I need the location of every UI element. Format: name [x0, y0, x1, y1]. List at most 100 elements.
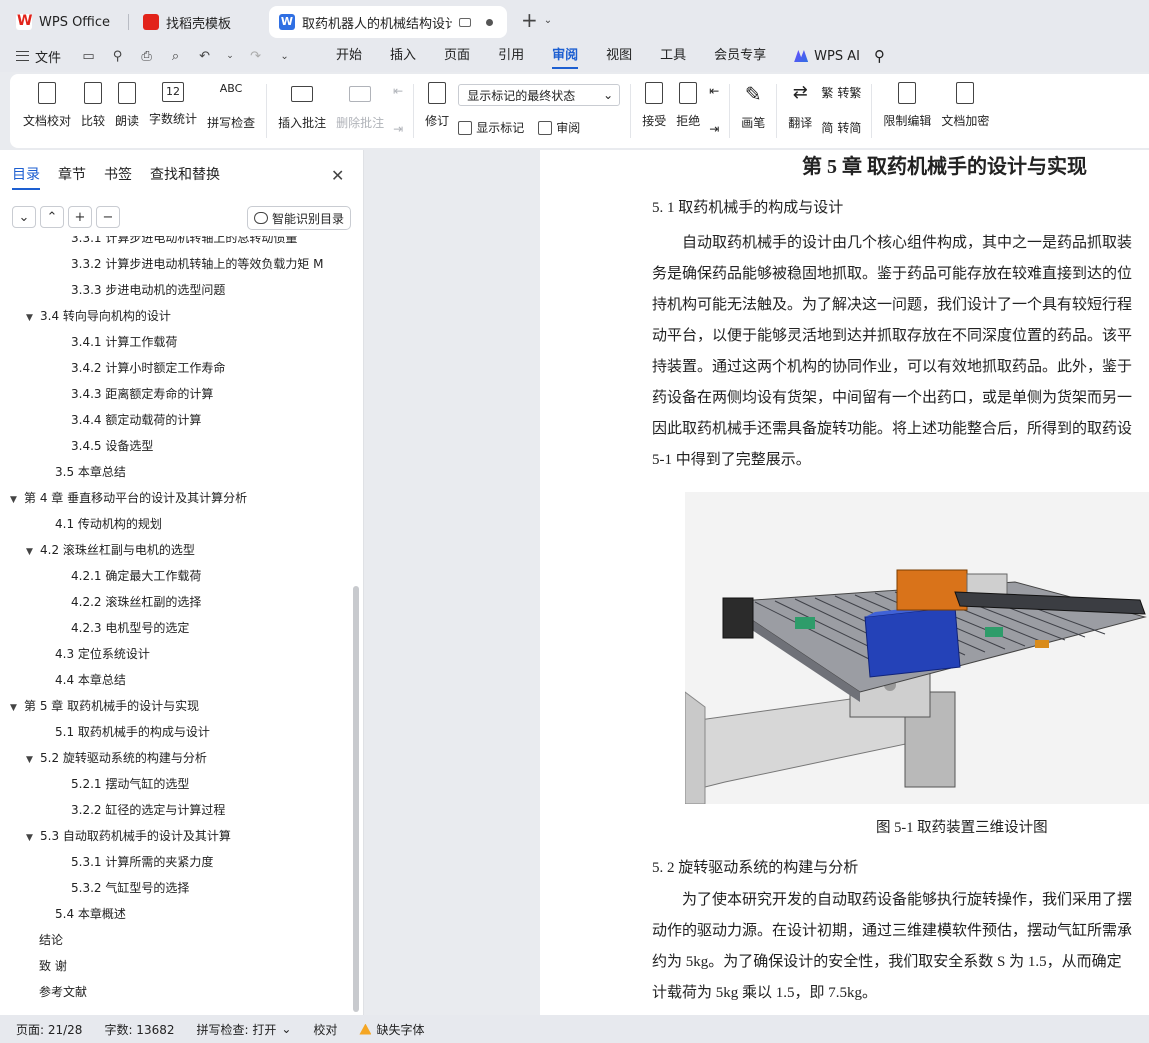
- remove-heading-button[interactable]: −: [96, 206, 120, 228]
- toc-item[interactable]: ▼ 4.2 滚珠丝杠副与电机的选型: [26, 540, 195, 560]
- toc-item[interactable]: 5.3.2 气缸型号的选择: [71, 878, 189, 898]
- toc-item[interactable]: 4.2.3 电机型号的选定: [71, 618, 189, 638]
- toc-item[interactable]: ▼ 第 4 章 垂直移动平台的设计及其计算分析: [10, 488, 247, 508]
- next-comment-icon[interactable]: ⇥: [393, 122, 403, 136]
- review-pane-button[interactable]: 审阅: [538, 119, 580, 136]
- missing-font-status[interactable]: 缺失字体: [359, 1021, 424, 1038]
- collapse-down-button[interactable]: ⌄: [12, 206, 36, 228]
- spell-check-status[interactable]: 拼写检查: 打开 ⌄: [197, 1021, 292, 1038]
- toc-item[interactable]: 4.4 本章总结: [55, 670, 126, 690]
- delete-comment-button[interactable]: 删除批注: [331, 82, 389, 142]
- word-count-button[interactable]: 12 字数统计: [144, 82, 202, 142]
- reject-button[interactable]: 拒绝: [671, 82, 705, 142]
- toc-item[interactable]: ▼ 第 5 章 取药机械手的设计与实现: [10, 696, 199, 716]
- tab-sections[interactable]: 章节: [58, 164, 86, 190]
- read-aloud-button[interactable]: 朗读: [110, 82, 144, 142]
- toc-item[interactable]: 5.3.1 计算所需的夹紧力度: [71, 852, 213, 872]
- insert-comment-button[interactable]: 插入批注: [273, 82, 331, 142]
- word-count-status[interactable]: 字数: 13682: [104, 1021, 174, 1038]
- toc-item[interactable]: 4.1 传动机构的规划: [55, 514, 162, 534]
- redo-icon[interactable]: ↷: [248, 49, 263, 64]
- toc-item[interactable]: 3.4.2 计算小时额定工作寿命: [71, 358, 225, 378]
- tab-wps-office[interactable]: WPS Office: [6, 6, 124, 38]
- tab-document[interactable]: W 取药机器人的机械结构设计 说: [269, 6, 507, 38]
- prev-comment-icon[interactable]: ⇤: [393, 84, 403, 98]
- close-panel-icon[interactable]: ✕: [331, 166, 344, 185]
- menu-references[interactable]: 引用: [484, 40, 538, 72]
- expand-triangle-icon[interactable]: ▼: [26, 750, 40, 770]
- accept-button[interactable]: 接受: [637, 82, 671, 142]
- toc-item[interactable]: 3.3.1 计算步进电动机转轴上的总转动惯量: [71, 236, 297, 248]
- smart-toc-button[interactable]: 智能识别目录: [247, 206, 351, 230]
- toc-item[interactable]: 3.5 本章总结: [55, 462, 126, 482]
- menu-review[interactable]: 审阅: [538, 40, 592, 72]
- print-icon[interactable]: ⎙: [139, 49, 154, 64]
- translate-button[interactable]: ⇄ 翻译: [783, 82, 817, 142]
- restrict-edit-button[interactable]: 限制编辑: [878, 82, 936, 142]
- toc-item[interactable]: 致 谢: [39, 956, 67, 976]
- toc-item[interactable]: 3.4.5 设备选型: [71, 436, 153, 456]
- menu-insert[interactable]: 插入: [376, 40, 430, 72]
- markup-state-select[interactable]: 显示标记的最终状态 ⌄: [458, 84, 621, 106]
- tab-bookmarks[interactable]: 书签: [104, 164, 132, 190]
- track-changes-button[interactable]: 修订: [420, 82, 454, 142]
- expand-triangle-icon[interactable]: ▼: [26, 828, 40, 848]
- save-icon[interactable]: ▭: [81, 49, 96, 64]
- next-change-icon[interactable]: ⇥: [709, 122, 719, 136]
- expand-triangle-icon[interactable]: ▼: [10, 698, 24, 718]
- monitor-icon[interactable]: [459, 17, 471, 27]
- wps-ai-button[interactable]: WPS AI: [794, 49, 860, 64]
- expand-triangle-icon[interactable]: ▼: [26, 308, 40, 328]
- unsaved-dot-icon[interactable]: [486, 18, 493, 26]
- toc-item[interactable]: 5.2.1 摆动气缸的选型: [71, 774, 189, 794]
- expand-triangle-icon[interactable]: ▼: [26, 542, 40, 562]
- expand-triangle-icon[interactable]: ▼: [10, 490, 24, 510]
- spell-check-button[interactable]: ABC 拼写检查: [202, 82, 260, 142]
- to-simplified-button[interactable]: 简转简: [821, 119, 861, 136]
- toc-item[interactable]: 5.4 本章概述: [55, 904, 126, 924]
- show-markup-button[interactable]: 显示标记: [458, 119, 524, 136]
- toc-item[interactable]: 3.4.1 计算工作载荷: [71, 332, 177, 352]
- undo-dropdown-icon[interactable]: ⌄: [226, 51, 234, 61]
- compare-button[interactable]: 比较: [76, 82, 110, 142]
- add-heading-button[interactable]: +: [68, 206, 92, 228]
- toc-scrollbar[interactable]: [353, 586, 359, 1012]
- more-dropdown-icon[interactable]: ⌄: [277, 51, 292, 62]
- menu-tools[interactable]: 工具: [646, 40, 700, 72]
- toc-item[interactable]: 4.3 定位系统设计: [55, 644, 150, 664]
- toc-item[interactable]: 3.3.3 步进电动机的选型问题: [71, 280, 225, 300]
- toc-item[interactable]: 3.3.2 计算步进电动机转轴上的等效负载力矩 M: [71, 254, 324, 274]
- toc-item[interactable]: 4.2.2 滚珠丝杠副的选择: [71, 592, 201, 612]
- file-menu-button[interactable]: 文件: [16, 47, 61, 66]
- tab-find-replace[interactable]: 查找和替换: [150, 164, 220, 190]
- toc-item[interactable]: ▼ 5.2 旋转驱动系统的构建与分析: [26, 748, 207, 768]
- toc-item[interactable]: 结论: [39, 930, 63, 950]
- to-traditional-button[interactable]: 繁转繁: [821, 84, 861, 101]
- toc-item[interactable]: 参考文献: [39, 982, 87, 1002]
- toc-item[interactable]: 3.4.3 距离额定寿命的计算: [71, 384, 213, 404]
- menu-member[interactable]: 会员专享: [700, 40, 780, 72]
- toc-item[interactable]: 5.1 取药机械手的构成与设计: [55, 722, 210, 742]
- toc-item[interactable]: ▼ 5.3 自动取药机械手的设计及其计算: [26, 826, 231, 846]
- toc-item[interactable]: ▼ 3.4 转向导向机构的设计: [26, 306, 171, 326]
- collapse-up-button[interactable]: ⌃: [40, 206, 64, 228]
- toc-item[interactable]: 3.2.2 缸径的选定与计算过程: [71, 800, 225, 820]
- share-icon[interactable]: ⚲: [110, 49, 125, 64]
- pen-button[interactable]: ✎ 画笔: [736, 82, 770, 142]
- toc-item[interactable]: 3.4.4 额定动载荷的计算: [71, 410, 201, 430]
- prev-change-icon[interactable]: ⇤: [709, 84, 719, 98]
- toc-item[interactable]: 4.2.1 确定最大工作载荷: [71, 566, 201, 586]
- new-tab-button[interactable]: + ⌄: [521, 8, 552, 32]
- undo-icon[interactable]: ↶: [197, 49, 212, 64]
- menu-home[interactable]: 开始: [322, 40, 376, 72]
- menu-page[interactable]: 页面: [430, 40, 484, 72]
- doc-encrypt-button[interactable]: 文档加密: [936, 82, 994, 142]
- tab-toc[interactable]: 目录: [12, 164, 40, 190]
- proof-status[interactable]: 校对: [313, 1021, 337, 1038]
- menu-view[interactable]: 视图: [592, 40, 646, 72]
- doc-check-button[interactable]: 文档校对: [18, 82, 76, 142]
- print-preview-icon[interactable]: ⌕: [168, 49, 183, 64]
- page-indicator[interactable]: 页面: 21/28: [16, 1021, 82, 1038]
- search-icon[interactable]: ⚲: [874, 47, 885, 65]
- tab-template[interactable]: 找稻壳模板: [133, 6, 265, 38]
